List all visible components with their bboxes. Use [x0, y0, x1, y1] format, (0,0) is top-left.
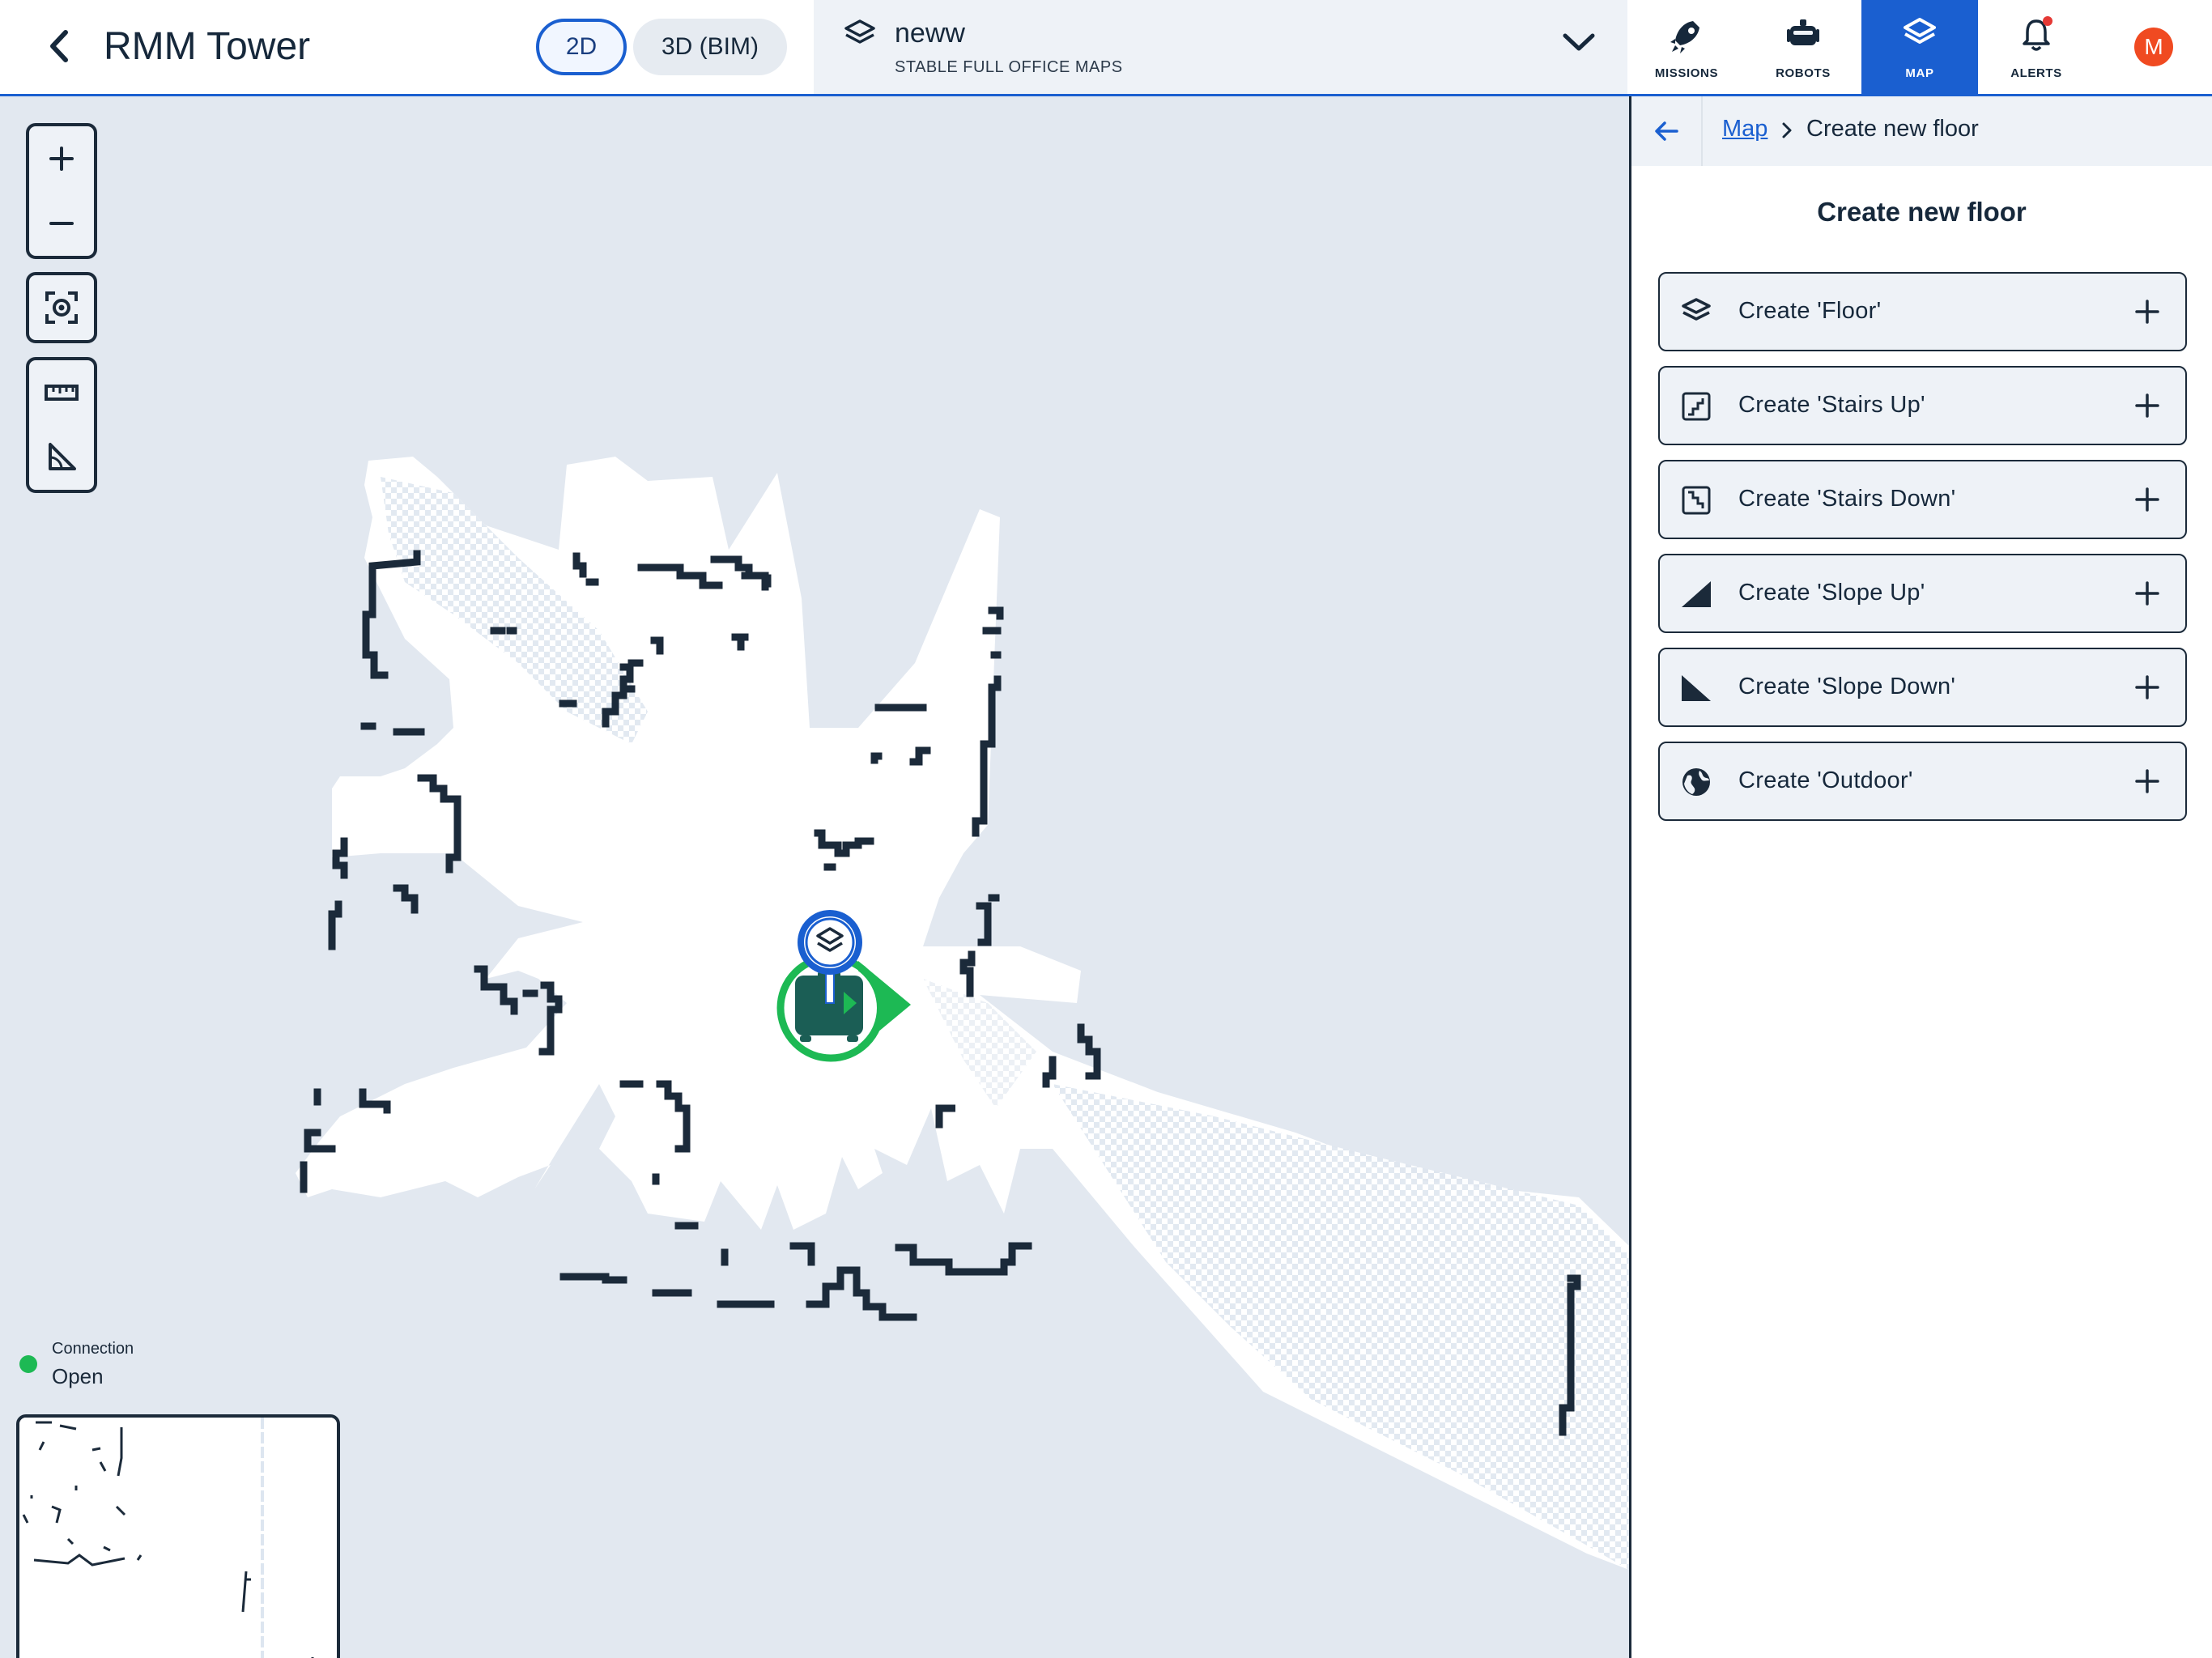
site-title: RMM Tower	[104, 25, 311, 68]
nav-alerts[interactable]: ALERTS	[1978, 0, 2095, 94]
chevron-right-icon	[1782, 122, 1792, 138]
nav-robots[interactable]: ROBOTS	[1745, 0, 1861, 94]
layers-icon	[844, 19, 875, 44]
zoom-in-button[interactable]	[29, 126, 94, 191]
minimap[interactable]	[16, 1414, 340, 1658]
breadcrumb-map-link[interactable]: Map	[1722, 116, 1767, 142]
nav-robots-label: ROBOTS	[1776, 66, 1831, 80]
nav-missions[interactable]: MISSIONS	[1628, 0, 1745, 94]
angle-icon	[49, 443, 76, 470]
layers-icon	[1682, 298, 1711, 321]
connection-status-dot	[19, 1355, 37, 1373]
nav-alerts-label: ALERTS	[2010, 66, 2062, 80]
chevron-down-icon	[1563, 33, 1595, 51]
connection-value: Open	[52, 1364, 104, 1388]
back-button[interactable]	[32, 19, 86, 73]
ruler-icon	[45, 385, 79, 401]
option-label: Create 'Slope Up'	[1738, 580, 1925, 606]
zoom-controls	[26, 123, 97, 259]
view-3d-bim-button[interactable]: 3D (BIM)	[633, 19, 787, 75]
minimap-preview	[19, 1418, 337, 1658]
arrow-left-icon	[1655, 121, 1678, 141]
plus-icon	[2135, 581, 2159, 606]
create-slope-up-option[interactable]: Create 'Slope Up'	[1658, 554, 2187, 633]
plus-icon	[2135, 300, 2159, 324]
layers-icon	[1904, 18, 1936, 44]
create-floor-panel: Map Create new floor Create new floor Cr…	[1629, 96, 2212, 1658]
map-selector-dropdown[interactable]: neww STABLE FULL OFFICE MAPS	[814, 0, 1627, 94]
map-subtitle: STABLE FULL OFFICE MAPS	[895, 58, 1123, 76]
user-avatar[interactable]: M	[2134, 28, 2173, 66]
slope-up-icon	[1682, 581, 1711, 607]
view-2d-button[interactable]: 2D	[536, 19, 627, 75]
ruler-button[interactable]	[29, 360, 94, 425]
nav-map-label: MAP	[1905, 66, 1934, 80]
create-outdoor-option[interactable]: Create 'Outdoor'	[1658, 742, 2187, 821]
fit-view-button[interactable]	[29, 275, 94, 340]
zoom-out-button[interactable]	[29, 191, 94, 256]
connection-label: Connection	[52, 1340, 134, 1358]
breadcrumb-current: Create new floor	[1806, 116, 1979, 142]
fit-view-control	[26, 272, 97, 343]
map-name: neww	[895, 18, 965, 49]
stairs-down-icon	[1682, 486, 1711, 515]
breadcrumb: Map Create new floor	[1631, 96, 2212, 166]
option-label: Create 'Floor'	[1738, 298, 1882, 324]
panel-back-button[interactable]	[1631, 96, 1703, 166]
panel-title: Create new floor	[1817, 197, 2027, 227]
create-slope-down-option[interactable]: Create 'Slope Down'	[1658, 648, 2187, 727]
option-label: Create 'Stairs Up'	[1738, 392, 1925, 418]
stairs-up-icon	[1682, 392, 1711, 421]
zoom-out-icon	[49, 222, 74, 225]
angle-measure-button[interactable]	[29, 425, 94, 490]
zoom-in-icon	[49, 147, 74, 171]
create-stairs-down-option[interactable]: Create 'Stairs Down'	[1658, 460, 2187, 539]
create-floor-option[interactable]: Create 'Floor'	[1658, 272, 2187, 351]
slope-down-icon	[1682, 675, 1711, 701]
create-stairs-up-option[interactable]: Create 'Stairs Up'	[1658, 366, 2187, 445]
measure-tools	[26, 357, 97, 493]
option-label: Create 'Stairs Down'	[1738, 486, 1956, 512]
robot-icon	[1787, 19, 1819, 45]
map-canvas[interactable]: Connection Open	[0, 96, 1629, 1658]
plus-icon	[2135, 393, 2159, 418]
plus-icon	[2135, 487, 2159, 512]
plus-icon	[2135, 769, 2159, 793]
option-label: Create 'Outdoor'	[1738, 767, 1913, 793]
chevron-left-icon	[50, 30, 68, 62]
plus-icon	[2135, 675, 2159, 699]
rocket-icon	[1670, 21, 1699, 53]
top-bar: RMM Tower 2D 3D (BIM) neww STABLE FULL O…	[0, 0, 2212, 94]
globe-icon	[1682, 768, 1710, 796]
fit-view-icon	[45, 291, 78, 324]
nav-map[interactable]: MAP	[1861, 0, 1978, 94]
option-label: Create 'Slope Down'	[1738, 674, 1956, 699]
nav-missions-label: MISSIONS	[1654, 66, 1719, 80]
alert-indicator-dot	[2043, 16, 2052, 26]
